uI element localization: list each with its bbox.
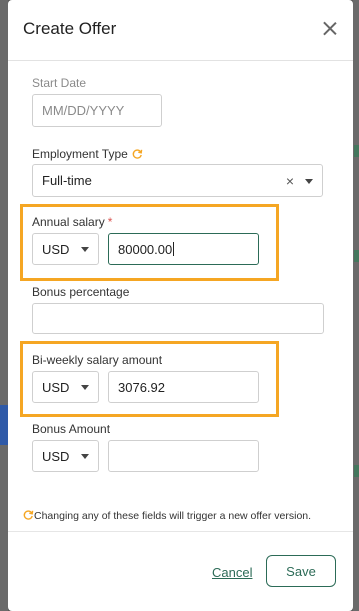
biweekly-salary-currency: USD bbox=[42, 379, 70, 395]
background-green-mark bbox=[354, 250, 359, 262]
annual-salary-label-text: Annual salary bbox=[32, 215, 105, 229]
footer-divider bbox=[8, 531, 353, 532]
chevron-down-icon[interactable] bbox=[81, 385, 89, 390]
biweekly-salary-label: Bi-weekly salary amount bbox=[32, 353, 163, 367]
employment-type-label: Employment Type bbox=[32, 147, 143, 161]
bonus-amount-label: Bonus Amount bbox=[32, 422, 111, 436]
refresh-icon bbox=[132, 149, 143, 159]
background-green-mark bbox=[354, 145, 359, 157]
modal-header: Create Offer bbox=[8, 0, 353, 61]
modal-title: Create Offer bbox=[23, 19, 117, 38]
chevron-down-icon[interactable] bbox=[81, 247, 89, 252]
offer-version-note-text: Changing any of these fields will trigge… bbox=[34, 510, 312, 522]
chevron-down-icon[interactable] bbox=[81, 454, 89, 459]
offer-version-note: Changing any of these fields will trigge… bbox=[22, 509, 311, 522]
employment-type-value: Full-time bbox=[42, 173, 92, 188]
annual-salary-currency-select[interactable]: USD bbox=[32, 233, 99, 265]
text-caret bbox=[173, 242, 175, 256]
employment-type-label-text: Employment Type bbox=[32, 147, 128, 161]
biweekly-salary-currency-select[interactable]: USD bbox=[32, 371, 99, 403]
start-date-input[interactable]: MM/DD/YYYY bbox=[32, 94, 162, 127]
bonus-amount-input[interactable] bbox=[108, 440, 259, 472]
required-marker: * bbox=[107, 215, 113, 229]
background-green-mark bbox=[354, 465, 359, 477]
bonus-percentage-input[interactable] bbox=[32, 303, 324, 334]
cancel-link[interactable]: Cancel bbox=[212, 565, 252, 580]
annual-salary-currency: USD bbox=[42, 241, 70, 257]
refresh-icon bbox=[23, 510, 34, 520]
annual-salary-value: 80000.00 bbox=[118, 241, 173, 257]
background-app-right bbox=[353, 0, 359, 611]
bonus-amount-currency-select[interactable]: USD bbox=[32, 440, 99, 472]
annual-salary-input[interactable]: 80000.00 bbox=[108, 233, 259, 265]
save-button[interactable]: Save bbox=[266, 555, 336, 587]
chevron-down-icon[interactable] bbox=[305, 178, 313, 184]
modal-body: Start Date MM/DD/YYYY Employment Type Fu… bbox=[8, 61, 353, 531]
bonus-percentage-label: Bonus percentage bbox=[32, 285, 130, 299]
close-icon[interactable] bbox=[321, 20, 339, 38]
annual-salary-label: Annual salary * bbox=[32, 215, 112, 229]
create-offer-modal: Create Offer Start Date MM/DD/YYYY Emplo… bbox=[8, 0, 353, 611]
employment-type-select[interactable]: Full-time × bbox=[32, 164, 323, 197]
bonus-amount-currency: USD bbox=[42, 448, 70, 464]
biweekly-salary-input[interactable]: 3076.92 bbox=[108, 371, 259, 403]
background-app-left bbox=[0, 0, 8, 611]
start-date-label: Start Date bbox=[32, 76, 87, 90]
clear-icon[interactable]: × bbox=[286, 173, 294, 189]
background-blue-block bbox=[0, 405, 8, 445]
